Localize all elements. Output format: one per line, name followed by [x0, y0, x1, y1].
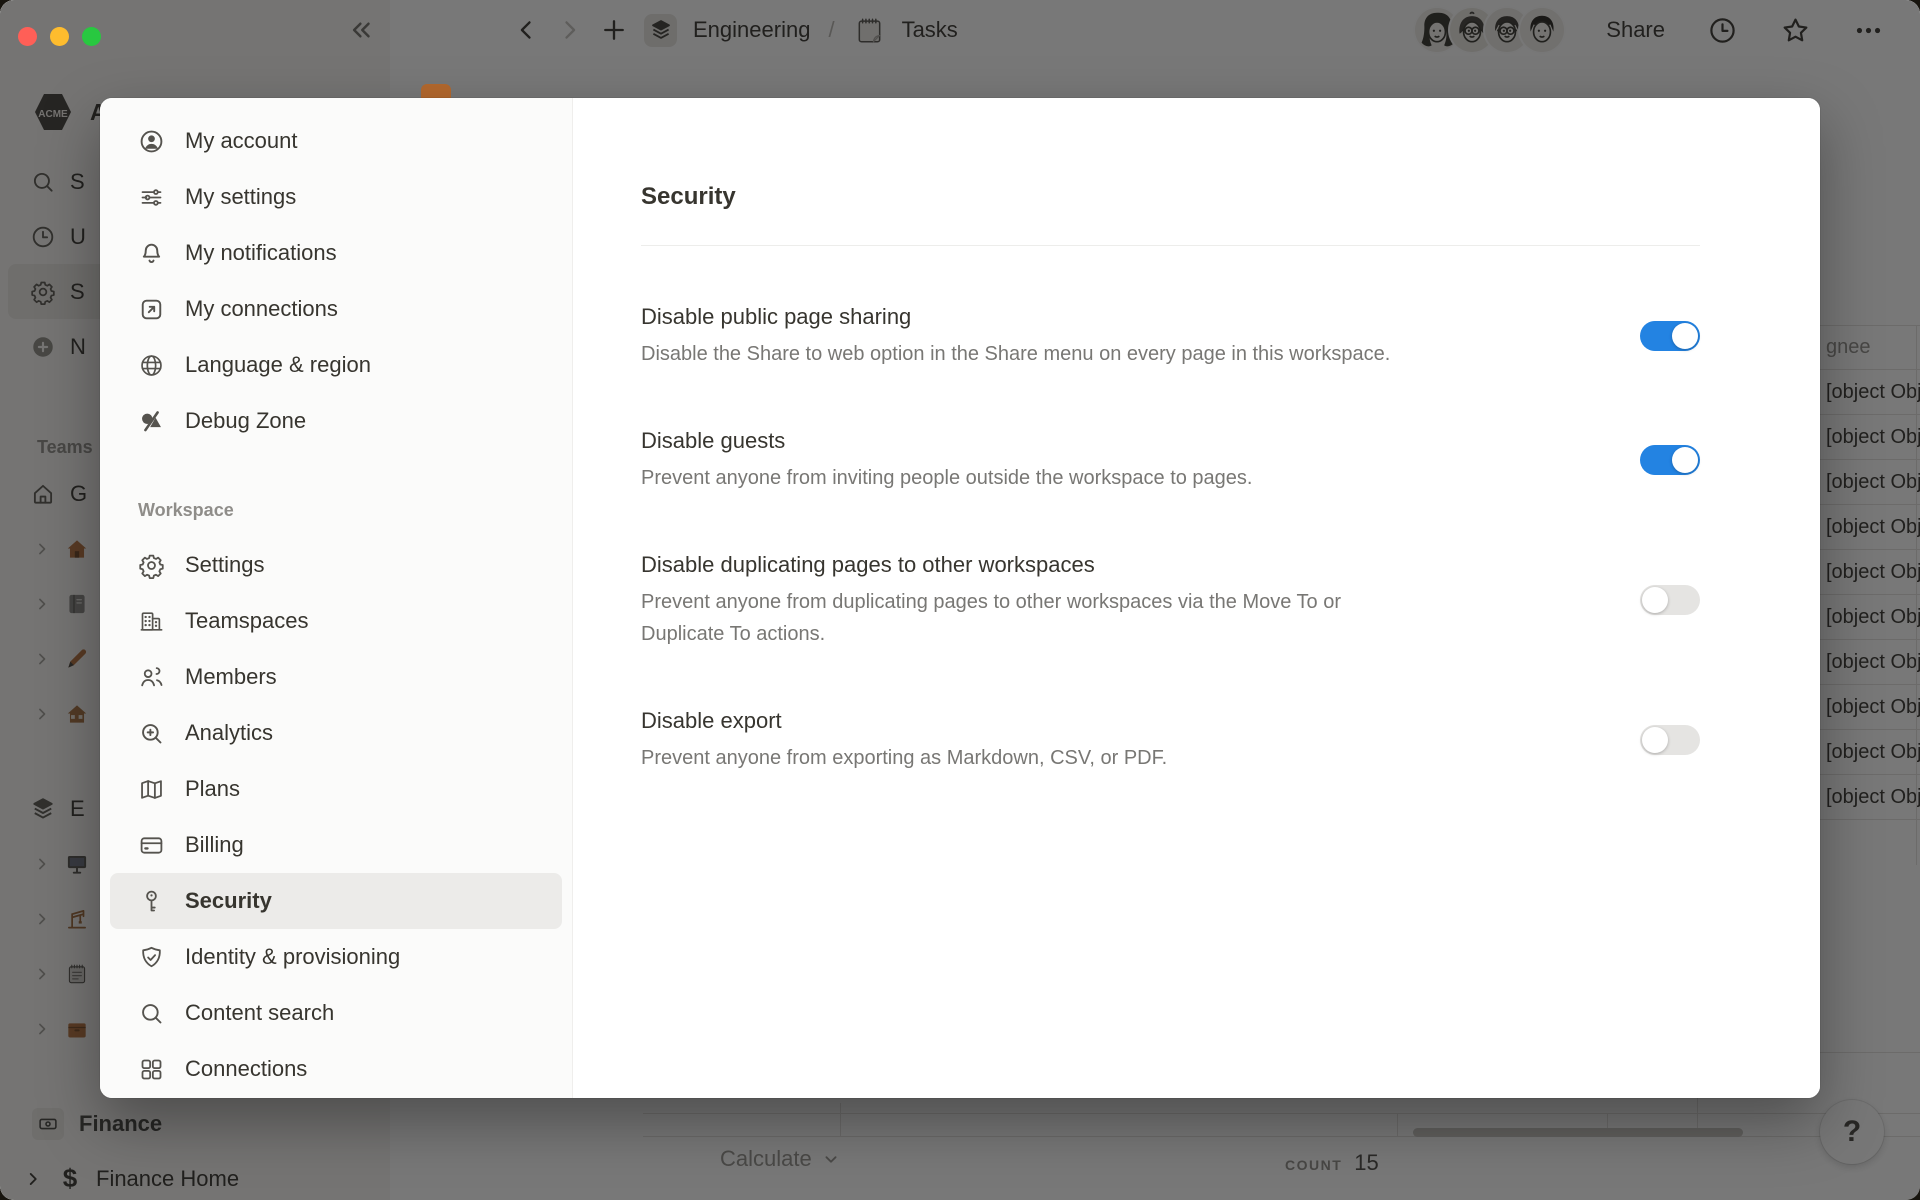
settings-item-icon: [138, 128, 165, 155]
settings-sidebar-item[interactable]: Plans: [110, 761, 562, 817]
settings-item-icon: [138, 408, 165, 435]
settings-item-icon: [138, 552, 165, 579]
settings-item-icon: [138, 352, 165, 379]
setting-text: Disable duplicating pages to other works…: [641, 550, 1401, 650]
settings-item-label: Language & region: [185, 352, 371, 378]
settings-item-label: Analytics: [185, 720, 273, 746]
traffic-zoom-button[interactable]: [82, 27, 101, 46]
settings-item-label: My connections: [185, 296, 338, 322]
toggle-knob: [1672, 447, 1698, 473]
settings-item-label: Plans: [185, 776, 240, 802]
setting-text: Disable guests Prevent anyone from invit…: [641, 426, 1252, 494]
settings-sidebar-item[interactable]: Security: [110, 873, 562, 929]
toggle-knob: [1642, 587, 1668, 613]
settings-item-label: My account: [185, 128, 298, 154]
setting-toggle[interactable]: [1640, 585, 1700, 615]
settings-item-icon: [138, 1000, 165, 1027]
setting-description: Prevent anyone from duplicating pages to…: [641, 586, 1401, 650]
setting-toggle[interactable]: [1640, 321, 1700, 351]
settings-item-icon: [138, 776, 165, 803]
settings-sidebar-item[interactable]: Connections: [110, 1041, 562, 1097]
setting-title: Disable export: [641, 706, 1167, 735]
setting-toggle[interactable]: [1640, 445, 1700, 475]
setting-title: Disable duplicating pages to other works…: [641, 550, 1401, 579]
settings-item-icon: [138, 184, 165, 211]
settings-item-label: Connections: [185, 1056, 307, 1082]
settings-item-icon: [138, 296, 165, 323]
settings-sidebar-item[interactable]: My account: [110, 113, 562, 169]
divider: [641, 245, 1700, 246]
settings-item-icon: [138, 832, 165, 859]
setting-text: Disable public page sharing Disable the …: [641, 302, 1390, 370]
settings-sidebar-item[interactable]: Debug Zone: [110, 393, 562, 449]
setting-title: Disable public page sharing: [641, 302, 1390, 331]
settings-item-icon: [138, 1056, 165, 1083]
settings-item-label: Identity & provisioning: [185, 944, 400, 970]
security-setting-row: Disable export Prevent anyone from expor…: [641, 706, 1700, 774]
settings-sidebar-item[interactable]: Teamspaces: [110, 593, 562, 649]
security-setting-row: Disable guests Prevent anyone from invit…: [641, 426, 1700, 494]
setting-description: Prevent anyone from inviting people outs…: [641, 462, 1252, 494]
settings-sidebar-item[interactable]: Analytics: [110, 705, 562, 761]
settings-item-label: Settings: [185, 552, 265, 578]
settings-content: Security Disable public page sharing Dis…: [573, 98, 1820, 1098]
settings-sidebar-item[interactable]: Members: [110, 649, 562, 705]
settings-sidebar: My account My settings My notifications …: [100, 98, 573, 1098]
traffic-minimize-button[interactable]: [50, 27, 69, 46]
security-setting-row: Disable duplicating pages to other works…: [641, 550, 1700, 650]
settings-item-label: Security: [185, 888, 272, 914]
settings-item-icon: [138, 888, 165, 915]
settings-sidebar-item[interactable]: Billing: [110, 817, 562, 873]
settings-sidebar-item[interactable]: My notifications: [110, 225, 562, 281]
traffic-close-button[interactable]: [18, 27, 37, 46]
settings-item-label: Teamspaces: [185, 608, 309, 634]
toggle-knob: [1672, 323, 1698, 349]
settings-item-icon: [138, 944, 165, 971]
notion-window: Engineering / Tasks Share ACME A: [0, 0, 1920, 1200]
settings-sidebar-item[interactable]: Settings: [110, 537, 562, 593]
workspace-section-label: Workspace: [100, 495, 572, 525]
settings-item-label: Members: [185, 664, 277, 690]
settings-item-icon: [138, 664, 165, 691]
settings-item-label: My notifications: [185, 240, 337, 266]
settings-sidebar-item[interactable]: My connections: [110, 281, 562, 337]
settings-modal: My account My settings My notifications …: [100, 98, 1820, 1098]
setting-title: Disable guests: [641, 426, 1252, 455]
setting-toggle[interactable]: [1640, 725, 1700, 755]
settings-item-label: Debug Zone: [185, 408, 306, 434]
settings-item-icon: [138, 608, 165, 635]
settings-item-icon: [138, 720, 165, 747]
settings-sidebar-item[interactable]: Content search: [110, 985, 562, 1041]
setting-text: Disable export Prevent anyone from expor…: [641, 706, 1167, 774]
setting-description: Prevent anyone from exporting as Markdow…: [641, 742, 1167, 774]
settings-sidebar-item[interactable]: Language & region: [110, 337, 562, 393]
toggle-knob: [1642, 727, 1668, 753]
security-setting-row: Disable public page sharing Disable the …: [641, 302, 1700, 370]
settings-item-label: Content search: [185, 1000, 334, 1026]
settings-item-label: My settings: [185, 184, 296, 210]
settings-sidebar-item[interactable]: My settings: [110, 169, 562, 225]
settings-item-label: Billing: [185, 832, 244, 858]
settings-sidebar-item[interactable]: Identity & provisioning: [110, 929, 562, 985]
settings-page-title: Security: [641, 182, 1700, 211]
setting-description: Disable the Share to web option in the S…: [641, 338, 1390, 370]
settings-item-icon: [138, 240, 165, 267]
